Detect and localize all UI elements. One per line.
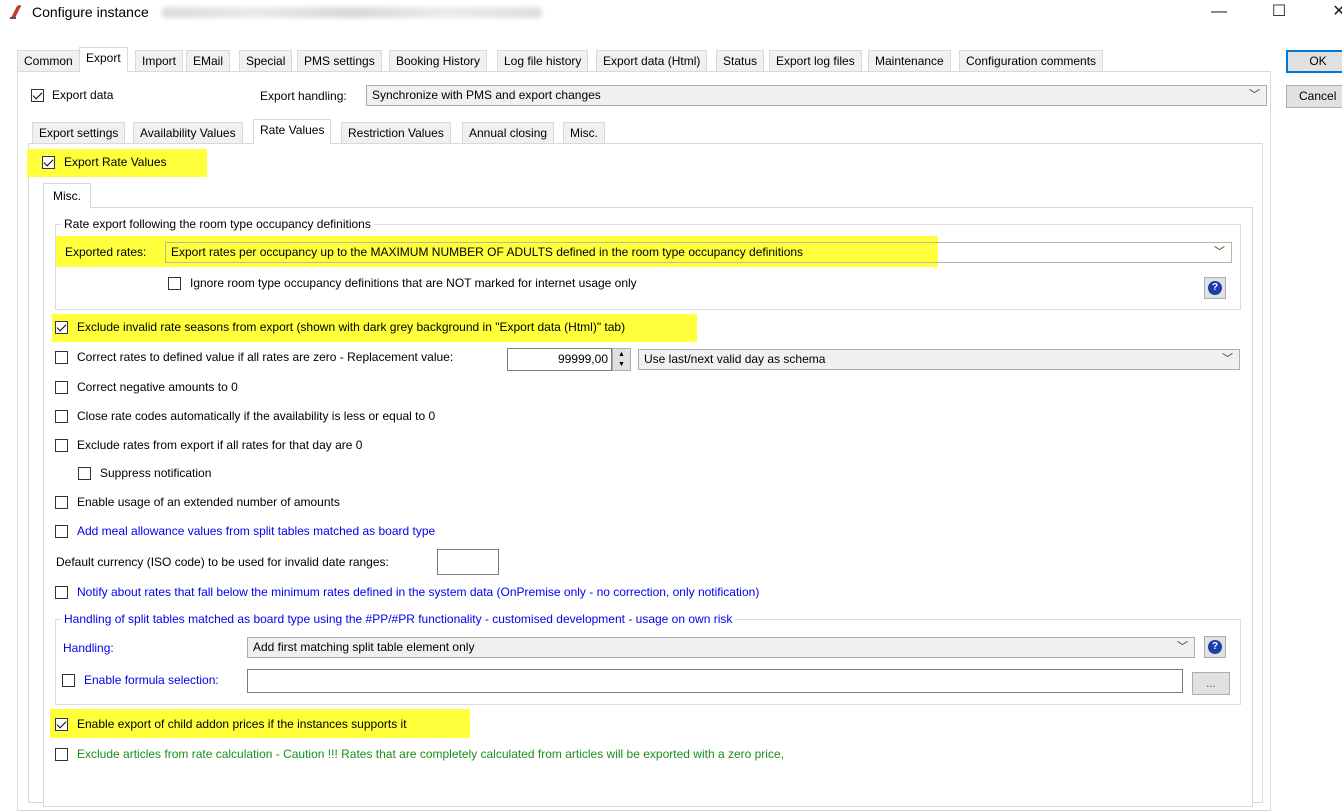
title-bar: Configure instance — ☐ ✕: [0, 0, 1342, 26]
export-handling-value: Synchronize with PMS and export changes: [372, 88, 601, 102]
tab-email[interactable]: EMail: [186, 50, 231, 72]
suppress-notification-checkbox[interactable]: [78, 467, 91, 480]
tab-configuration-comments[interactable]: Configuration comments: [959, 50, 1104, 72]
extended-amounts-label: Enable usage of an extended number of am…: [77, 495, 340, 509]
tab-log-file-history[interactable]: Log file history: [497, 50, 589, 72]
maximize-button[interactable]: ☐: [1256, 0, 1302, 26]
export-rate-values-label: Export Rate Values: [64, 155, 167, 169]
exclude-zero-rates-checkbox[interactable]: [55, 439, 68, 452]
tab-booking-history[interactable]: Booking History: [389, 50, 488, 72]
ignore-occupancy-label: Ignore room type occupancy definitions t…: [190, 276, 637, 290]
occupancy-group-title: Rate export following the room type occu…: [61, 217, 374, 231]
schema-value: Use last/next valid day as schema: [644, 352, 826, 366]
notify-minimum-rates-label: Notify about rates that fall below the m…: [77, 585, 760, 599]
split-tables-group-title: Handling of split tables matched as boar…: [61, 612, 736, 626]
default-currency-label: Default currency (ISO code) to be used f…: [56, 555, 389, 569]
close-rate-codes-label: Close rate codes automatically if the av…: [77, 409, 436, 423]
question-icon: ?: [1208, 281, 1222, 295]
tab-maintenance[interactable]: Maintenance: [868, 50, 951, 72]
notify-minimum-rates-checkbox[interactable]: [55, 586, 68, 599]
correct-negative-label: Correct negative amounts to 0: [77, 380, 238, 394]
formula-input[interactable]: [247, 669, 1183, 693]
suppress-notification-label: Suppress notification: [100, 466, 212, 480]
help-button[interactable]: ?: [1204, 636, 1226, 658]
subtab-export-settings[interactable]: Export settings: [32, 122, 126, 144]
exclude-invalid-seasons-checkbox[interactable]: [55, 321, 68, 334]
replacement-value-spinner[interactable]: ▲ ▼: [612, 348, 631, 371]
close-rate-codes-checkbox[interactable]: [55, 410, 68, 423]
close-button[interactable]: ✕: [1316, 0, 1342, 26]
subtab-misc[interactable]: Misc.: [563, 122, 605, 144]
default-currency-input[interactable]: [437, 549, 499, 575]
child-addon-checkbox[interactable]: [55, 718, 68, 731]
cancel-button[interactable]: Cancel: [1286, 85, 1342, 108]
exclude-invalid-seasons-label: Exclude invalid rate seasons from export…: [77, 320, 626, 334]
ok-button[interactable]: OK: [1286, 50, 1342, 73]
meal-allowance-checkbox[interactable]: [55, 525, 68, 538]
meal-allowance-label: Add meal allowance values from split tab…: [77, 524, 436, 538]
export-rate-values-checkbox[interactable]: [42, 156, 55, 169]
tab-export-log-files[interactable]: Export log files: [769, 50, 862, 72]
minimize-button[interactable]: —: [1196, 0, 1242, 26]
subtab-restriction-values[interactable]: Restriction Values: [341, 122, 451, 144]
ignore-occupancy-checkbox[interactable]: [168, 277, 181, 290]
correct-negative-checkbox[interactable]: [55, 381, 68, 394]
tab-import[interactable]: Import: [135, 50, 184, 72]
exclude-articles-checkbox[interactable]: [55, 748, 68, 761]
app-icon: [10, 5, 21, 19]
window-title: Configure instance: [32, 4, 149, 20]
subtab-availability-values[interactable]: Availability Values: [133, 122, 243, 144]
formula-selection-checkbox[interactable]: [62, 674, 75, 687]
exclude-zero-rates-label: Exclude rates from export if all rates f…: [77, 438, 363, 452]
help-button[interactable]: ?: [1204, 277, 1226, 299]
subtab-annual-closing[interactable]: Annual closing: [462, 122, 555, 144]
tab-status[interactable]: Status: [716, 50, 765, 72]
child-addon-label: Enable export of child addon prices if t…: [77, 717, 407, 731]
handling-select[interactable]: Add first matching split table element o…: [247, 637, 1195, 658]
exported-rates-value: Export rates per occupancy up to the MAX…: [171, 245, 804, 259]
extended-amounts-checkbox[interactable]: [55, 496, 68, 509]
exported-rates-label: Exported rates:: [65, 245, 147, 259]
tab-export[interactable]: Export: [79, 47, 128, 72]
correct-zero-rates-label: Correct rates to defined value if all ra…: [77, 350, 454, 364]
export-handling-select[interactable]: Synchronize with PMS and export changes …: [366, 85, 1267, 106]
tab-export-data-html[interactable]: Export data (Html): [596, 50, 708, 72]
inner-tab-misc[interactable]: Misc.: [43, 183, 91, 209]
exported-rates-select[interactable]: Export rates per occupancy up to the MAX…: [165, 242, 1232, 263]
export-handling-label: Export handling:: [260, 89, 347, 103]
redacted-title-blur: [162, 7, 542, 18]
handling-label: Handling:: [63, 641, 114, 655]
formula-selection-label: Enable formula selection:: [84, 673, 219, 687]
handling-value: Add first matching split table element o…: [253, 640, 475, 654]
browse-button[interactable]: ...: [1192, 672, 1230, 695]
exclude-articles-label: Exclude articles from rate calculation -…: [77, 747, 784, 761]
correct-zero-rates-checkbox[interactable]: [55, 351, 68, 364]
question-icon: ?: [1208, 640, 1222, 654]
export-data-checkbox[interactable]: [31, 89, 44, 102]
replacement-value-input[interactable]: 99999,00: [507, 348, 612, 371]
tab-special[interactable]: Special: [239, 50, 293, 72]
chevron-down-icon: ﹀: [1214, 246, 1225, 258]
export-data-label: Export data: [52, 88, 114, 102]
chevron-down-icon: ﹀: [1177, 641, 1188, 653]
chevron-down-icon: ﹀: [1222, 353, 1233, 365]
tab-common[interactable]: Common: [17, 50, 80, 72]
tab-pms-settings[interactable]: PMS settings: [297, 50, 382, 72]
subtab-rate-values[interactable]: Rate Values: [253, 119, 332, 144]
schema-select[interactable]: Use last/next valid day as schema ﹀: [638, 349, 1240, 370]
chevron-down-icon: ﹀: [1249, 89, 1260, 101]
